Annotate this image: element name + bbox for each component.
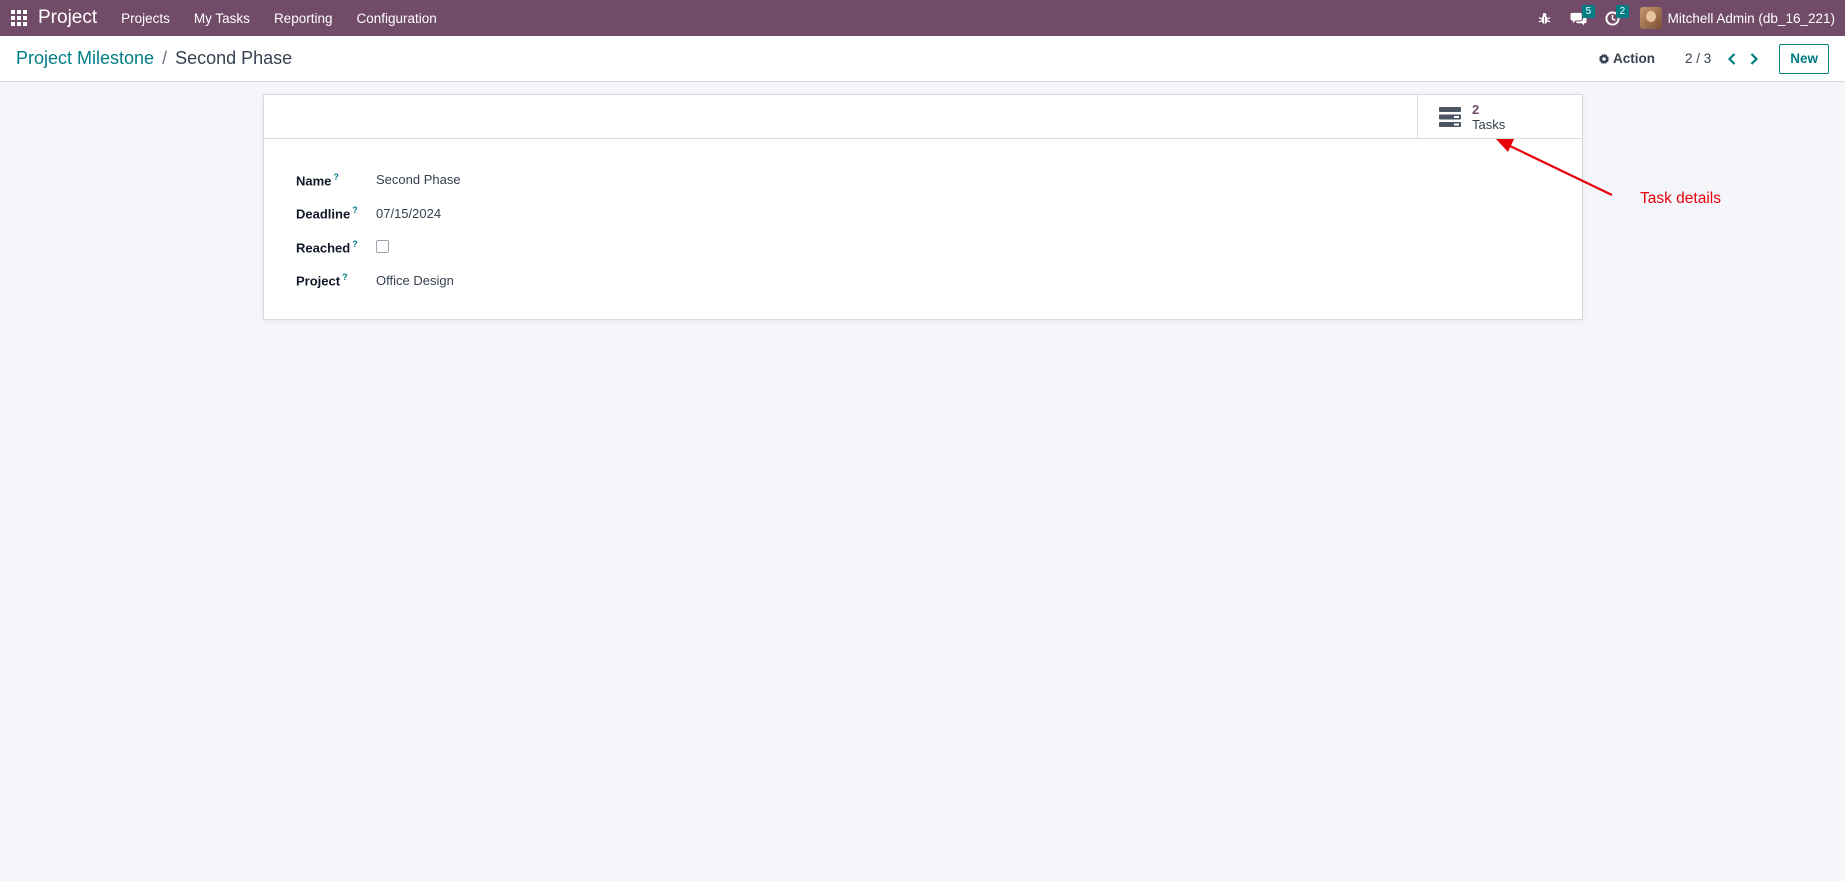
app-brand[interactable]: Project (38, 7, 97, 29)
help-tooltip-icon[interactable]: ? (342, 272, 348, 282)
form-sheet: 2 Tasks Name? Second Phase Deadline? 07/… (263, 94, 1583, 320)
apps-menu-button[interactable] (0, 0, 38, 36)
breadcrumb-parent-link[interactable]: Project Milestone (16, 48, 154, 69)
chevron-left-icon (1728, 52, 1736, 65)
tasks-label: Tasks (1472, 117, 1506, 132)
breadcrumb-current: Second Phase (175, 48, 293, 68)
help-tooltip-icon[interactable]: ? (333, 172, 339, 182)
name-field[interactable]: Second Phase (376, 172, 461, 187)
breadcrumb: Project Milestone / Second Phase (0, 48, 292, 69)
top-navbar: Project Projects My Tasks Reporting Conf… (0, 0, 1845, 36)
user-name: Mitchell Admin (db_16_221) (1667, 10, 1835, 26)
field-row-deadline: Deadline? 07/15/2024 (296, 197, 1582, 231)
messages-count-badge: 5 (1581, 5, 1596, 18)
menu-my-tasks[interactable]: My Tasks (182, 0, 262, 36)
activities-button[interactable]: 2 (1596, 0, 1630, 36)
pager-next-button[interactable] (1743, 48, 1765, 70)
activities-count-badge: 2 (1615, 5, 1630, 18)
field-row-name: Name? Second Phase (296, 163, 1582, 197)
bug-icon (1538, 12, 1551, 24)
tasks-smart-button[interactable]: 2 Tasks (1417, 95, 1582, 139)
action-menu-button[interactable]: Action (1598, 51, 1655, 66)
project-field[interactable]: Office Design (376, 273, 454, 288)
pager-previous-button[interactable] (1721, 48, 1743, 70)
deadline-field[interactable]: 07/15/2024 (376, 206, 441, 221)
action-label: Action (1612, 51, 1655, 66)
reached-checkbox[interactable] (376, 240, 389, 254)
user-menu[interactable]: Mitchell Admin (db_16_221) (1630, 7, 1835, 29)
project-label: Project? (296, 272, 348, 289)
chevron-right-icon (1750, 52, 1759, 65)
menu-configuration[interactable]: Configuration (344, 0, 448, 36)
tasks-list-icon (1439, 107, 1461, 127)
field-row-reached: Reached? (296, 230, 1582, 264)
reached-label: Reached? (296, 238, 358, 255)
debug-button[interactable] (1528, 0, 1562, 36)
control-panel: Project Milestone / Second Phase Action … (0, 36, 1845, 82)
control-panel-actions: Action 2 / 3 New (1598, 43, 1845, 74)
breadcrumb-separator: / (162, 48, 168, 68)
annotation-label: Task details (1640, 190, 1721, 207)
form-fields: Name? Second Phase Deadline? 07/15/2024 … (264, 139, 1582, 297)
menu-projects[interactable]: Projects (109, 0, 182, 36)
gear-icon (1598, 52, 1610, 65)
new-button[interactable]: New (1779, 43, 1829, 74)
name-label: Name? (296, 171, 339, 188)
avatar (1639, 7, 1662, 29)
tasks-count: 2 (1472, 102, 1480, 117)
help-tooltip-icon[interactable]: ? (352, 205, 358, 215)
deadline-label: Deadline? (296, 205, 358, 222)
field-row-project: Project? Office Design (296, 264, 1582, 298)
apps-grid-icon (11, 10, 27, 26)
menu-reporting[interactable]: Reporting (262, 0, 345, 36)
messaging-button[interactable]: 5 (1562, 0, 1596, 36)
smart-button-box: 2 Tasks (264, 95, 1582, 139)
systray: 5 2 Mitchell Admin (db_16_221) (1528, 0, 1845, 36)
help-tooltip-icon[interactable]: ? (352, 239, 358, 249)
pager-value[interactable]: 2 / 3 (1685, 51, 1711, 66)
